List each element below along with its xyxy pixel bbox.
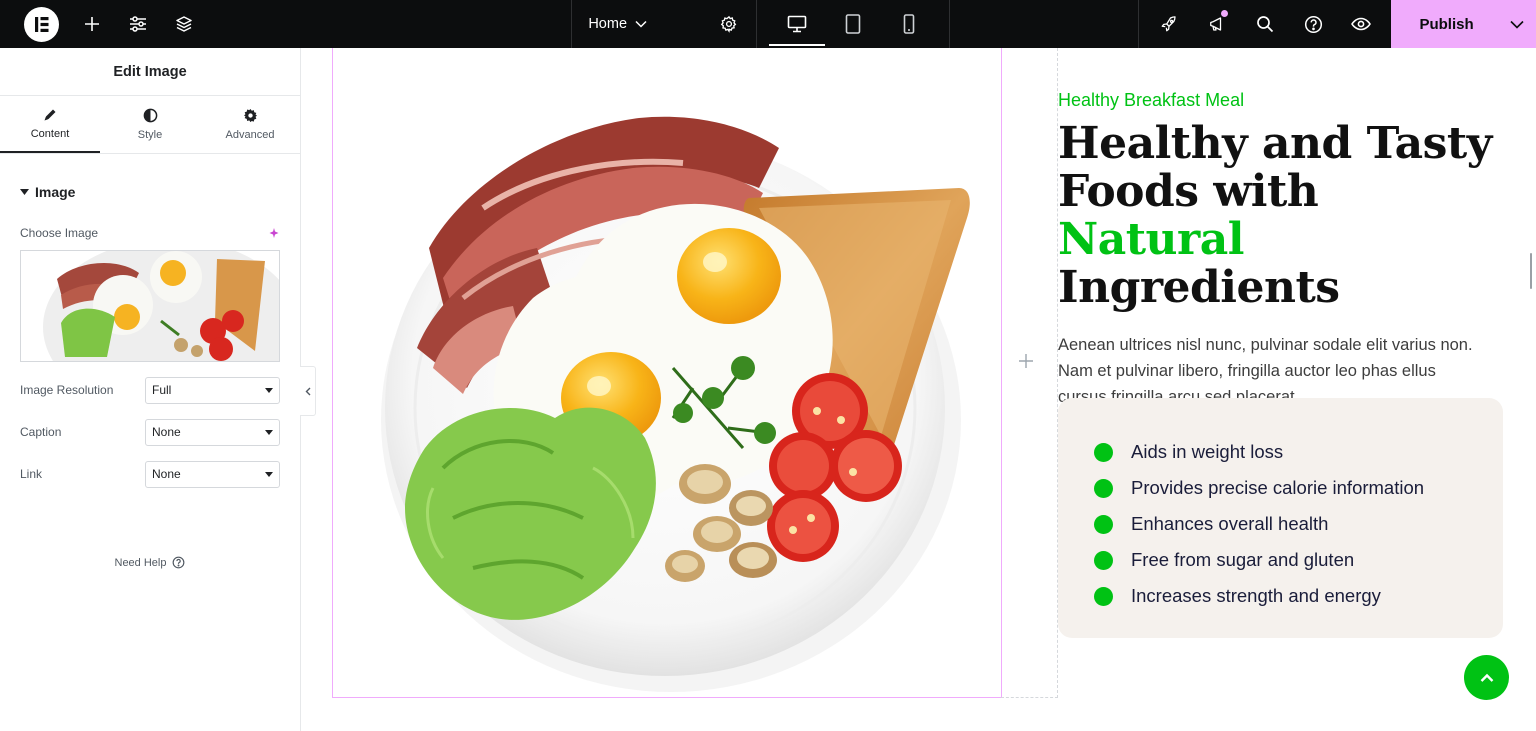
desktop-view-icon[interactable] [769,0,826,48]
mobile-view-icon[interactable] [881,0,937,48]
tab-content-label: Content [30,127,70,140]
ai-sparkle-icon[interactable] [268,227,280,239]
heading-line-2-text: Foods with [1058,166,1319,217]
rocket-icon[interactable] [1145,0,1193,48]
caption-value: None [152,425,181,439]
heading-line-1: Healthy and Tasty [1058,118,1492,169]
heading-line-2: Foods with Natural [1058,168,1508,264]
help-icon [173,556,185,569]
preview-eye-icon[interactable] [1337,0,1385,48]
page-settings-gear-icon[interactable] [714,0,744,48]
search-icon[interactable] [1241,0,1289,48]
publish-button[interactable]: Publish [1391,0,1536,48]
caret-down-icon [20,189,29,195]
image-preview-thumbnail[interactable] [20,250,280,362]
feature-text: Increases strength and energy [1131,585,1381,606]
caret-down-icon [265,429,273,435]
image-section-toggle[interactable]: Image [0,184,300,200]
add-widget-plus-icon[interactable] [1018,353,1034,369]
feature-item: Free from sugar and gluten [1094,542,1503,578]
half-circle-icon [143,108,157,123]
image-resolution-row: Image Resolution Full [0,376,300,404]
panel-title: Edit Image [0,48,300,96]
green-bullet-icon [1094,514,1113,534]
feature-text: Aids in weight loss [1131,441,1284,462]
heading-line-3: Ingredients [1058,262,1340,313]
image-resolution-value: Full [152,383,172,397]
caption-row: Caption None [0,418,300,446]
selected-image-widget[interactable] [332,48,1002,698]
caret-down-icon [265,387,273,393]
choose-image-row: Choose Image [0,226,300,240]
heading-accent-word: Natural [1058,214,1244,265]
feature-text: Enhances overall health [1131,513,1329,534]
caption-label: Caption [20,425,62,439]
scroll-to-top-button[interactable] [1464,655,1509,700]
preview-canvas: Healthy Breakfast Meal Healthy and Tasty… [301,48,1536,731]
breakfast-plate-image [381,116,970,692]
page-selector-group: Home [571,0,756,48]
pencil-icon [44,109,56,120]
tab-advanced-label: Advanced [225,129,275,141]
editor-panel: Edit Image Content Style Advanced Image … [0,48,301,731]
eyebrow-subtitle[interactable]: Healthy Breakfast Meal [1058,88,1508,112]
help-icon[interactable] [1289,0,1337,48]
section-title: Image [35,184,76,200]
image-resolution-label: Image Resolution [20,383,114,397]
whats-new-megaphone-icon[interactable] [1193,0,1241,48]
add-element-icon[interactable] [69,0,115,48]
link-row: Link None [0,460,300,488]
chevron-left-icon [305,387,310,395]
tab-advanced[interactable]: Advanced [200,96,300,153]
publish-label: Publish [1419,15,1474,33]
need-help-link[interactable]: Need Help [0,556,300,569]
device-switcher [756,0,949,48]
feature-item: Aids in weight loss [1094,434,1503,470]
link-value: None [152,467,181,481]
main-heading[interactable]: Healthy and Tasty Foods with Natural Ing… [1058,120,1508,312]
canvas-scrollbar-thumb[interactable] [1530,253,1532,289]
elementor-logo[interactable] [24,6,59,42]
panel-tabs: Content Style Advanced [0,96,300,154]
feature-text: Provides precise calorie information [1131,477,1425,498]
toolbar-left-group [0,0,571,48]
green-bullet-icon [1094,586,1113,606]
tab-content[interactable]: Content [0,96,100,153]
caret-down-icon [265,471,273,477]
page-selector[interactable]: Home [572,0,714,48]
tab-style[interactable]: Style [100,96,200,153]
page-name: Home [588,16,628,32]
chevron-up-icon [1480,673,1493,682]
need-help-label: Need Help [114,556,167,569]
tablet-view-icon[interactable] [825,0,881,48]
toolbar-spacer [949,0,1138,48]
site-settings-sliders-icon[interactable] [115,0,161,48]
green-bullet-icon [1094,550,1113,570]
link-label: Link [20,467,43,481]
caption-select[interactable]: None [145,418,280,446]
green-bullet-icon [1094,442,1113,462]
feature-item: Enhances overall health [1094,506,1503,542]
choose-image-label: Choose Image [20,226,99,240]
gear-icon [243,108,257,123]
collapse-panel-toggle[interactable] [300,366,316,416]
feature-item: Provides precise calorie information [1094,470,1503,506]
chevron-down-icon[interactable] [1510,20,1524,29]
text-content-column: Healthy Breakfast Meal Healthy and Tasty… [1058,88,1508,410]
structure-layers-icon[interactable] [161,0,207,48]
toolbar-right-group [1138,0,1391,48]
feature-item: Increases strength and energy [1094,578,1503,614]
chevron-down-icon [635,20,647,28]
green-bullet-icon [1094,478,1113,498]
top-toolbar: Home Publish [0,0,1536,48]
notification-dot [1221,10,1229,17]
empty-column-outline [1001,48,1058,698]
feature-list-box[interactable]: Aids in weight loss Provides precise cal… [1058,398,1503,638]
feature-text: Free from sugar and gluten [1131,549,1355,570]
link-select[interactable]: None [145,460,280,488]
tab-style-label: Style [137,129,163,141]
image-resolution-select[interactable]: Full [145,376,280,404]
